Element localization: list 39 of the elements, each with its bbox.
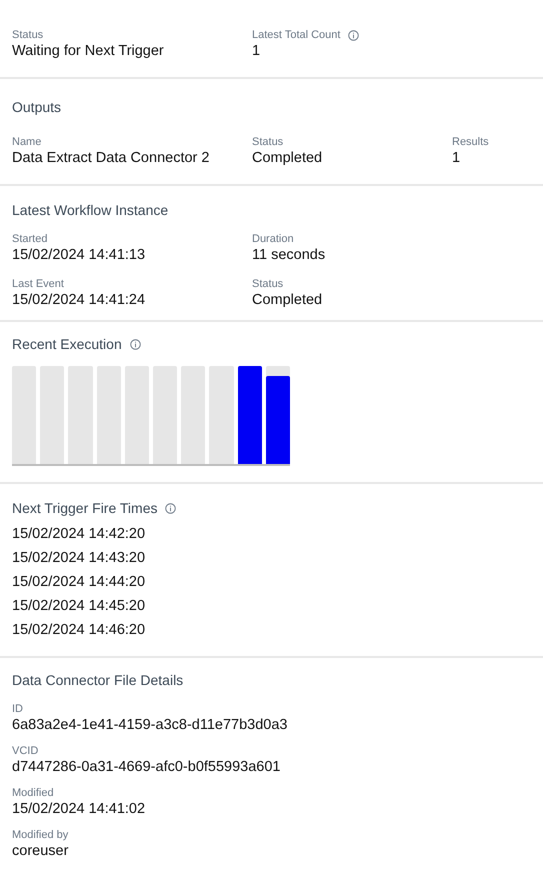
field-value: Waiting for Next Trigger bbox=[12, 42, 165, 61]
field-label: Started bbox=[12, 232, 48, 246]
info-icon[interactable] bbox=[130, 338, 141, 350]
field-value: 11 seconds bbox=[252, 246, 326, 265]
field-value: 6a83a2e4-1e41-4159-a3c8-d11e77b3d0a3 bbox=[12, 716, 288, 735]
section-title: Data Connector File Details bbox=[12, 672, 184, 688]
field-value: 15/02/2024 14:41:02 bbox=[12, 800, 146, 819]
info-icon[interactable] bbox=[165, 502, 176, 514]
field-label: Modified by bbox=[12, 828, 68, 842]
section-title: Recent Execution bbox=[12, 336, 122, 352]
column-header: Name bbox=[12, 135, 42, 149]
trigger-time: 15/02/2024 14:45:20 bbox=[12, 597, 146, 616]
section-title: Latest Workflow Instance bbox=[12, 202, 168, 218]
field-value: d7447286-0a31-4669-afc0-b0f55993a601 bbox=[12, 758, 282, 777]
field-label: Status bbox=[252, 277, 284, 291]
field-value: 15/02/2024 14:41:24 bbox=[12, 291, 146, 310]
field-value: 15/02/2024 14:41:13 bbox=[12, 246, 146, 265]
field-label: Latest Total Count bbox=[252, 28, 340, 42]
column-header: Results bbox=[452, 135, 490, 149]
info-icon[interactable] bbox=[348, 30, 360, 40]
trigger-time: 15/02/2024 14:46:20 bbox=[12, 621, 146, 640]
trigger-time: 15/02/2024 14:42:20 bbox=[12, 525, 146, 544]
trigger-time: 15/02/2024 14:43:20 bbox=[12, 549, 146, 568]
field-label: Modified bbox=[12, 786, 54, 800]
table-cell-text: 1 bbox=[452, 149, 462, 168]
field-label: ID bbox=[12, 702, 23, 716]
field-value: 1 bbox=[252, 42, 262, 61]
field-value: Completed bbox=[252, 291, 324, 310]
field-label: Status bbox=[12, 28, 44, 42]
column-header: Status bbox=[252, 135, 284, 149]
section-title: Next Trigger Fire Times bbox=[12, 500, 158, 516]
field-value: coreuser bbox=[12, 842, 70, 861]
trigger-time: 15/02/2024 14:44:20 bbox=[12, 573, 146, 592]
field-label: Duration bbox=[252, 232, 294, 246]
field-label: Last Event bbox=[12, 277, 64, 291]
table-cell-text: Data Extract Data Connector 2 bbox=[12, 149, 210, 168]
table-cell-text: Completed bbox=[252, 149, 324, 168]
field-label: VCID bbox=[12, 744, 38, 758]
section-title: Outputs bbox=[12, 99, 62, 115]
